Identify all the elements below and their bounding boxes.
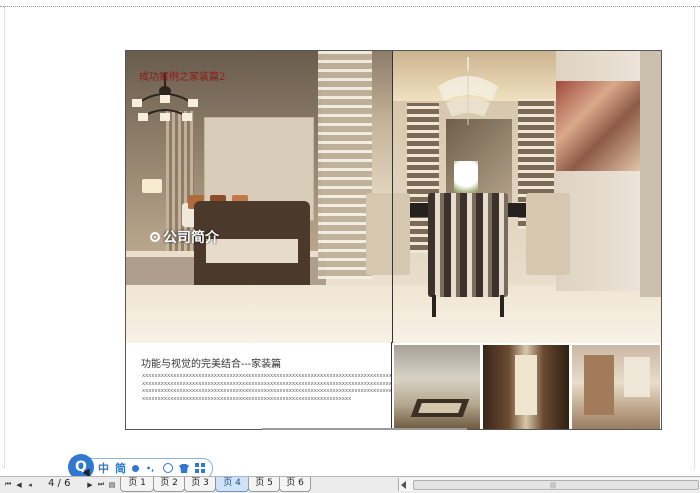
prev-page-icon[interactable]: ◀ <box>14 479 24 490</box>
shirt-icon[interactable] <box>179 464 189 473</box>
grid-icon[interactable] <box>195 463 205 473</box>
thumbnail-photo <box>572 345 660 429</box>
scrollbar-thumb[interactable]: ||| <box>413 480 699 490</box>
hero-photo: 成功案例之家装篇2 公司简介 <box>126 51 661 343</box>
ime-charset-toggle[interactable]: 简 <box>115 461 126 476</box>
crystal-chandelier-graphic <box>438 57 498 125</box>
scroll-left-icon[interactable] <box>401 481 406 489</box>
hero-subtitle-text: 公司简介 <box>163 230 219 246</box>
tab-page-3[interactable]: 页 3 <box>184 477 216 492</box>
hero-subtitle: 公司简介 <box>150 227 219 247</box>
dining-pillar <box>640 51 661 297</box>
tab-page-2[interactable]: 页 2 <box>153 477 185 492</box>
page-guide-left <box>4 6 5 468</box>
spread-spine-lower <box>391 342 392 428</box>
thumbnail-photo <box>394 345 480 429</box>
ime-punct-toggle[interactable]: •, <box>146 461 154 476</box>
striped-chair-graphic <box>428 193 508 297</box>
page-navigation-bar: ⏮ ◀ ◂ 4 / 6 ▶ ⏭ ▤ 页 1 页 2 页 3 页 4 页 5 页 … <box>0 476 700 493</box>
dining-chair-graphic <box>366 193 410 275</box>
ring-bullet-icon <box>150 232 160 242</box>
tab-page-6[interactable]: 页 6 <box>279 477 311 492</box>
document-spread[interactable]: 成功案例之家装篇2 公司简介 功能与视觉的完美结合---家装篇 xxxxxxxx… <box>125 50 662 430</box>
chair-leg-graphic <box>500 295 504 317</box>
last-page-icon[interactable]: ⏭ <box>96 479 106 490</box>
spread-spine <box>392 51 393 343</box>
carved-partition-graphic <box>318 51 372 279</box>
wall-artwork <box>556 81 640 171</box>
tab-page-4[interactable]: 页 4 <box>215 477 249 492</box>
first-page-icon[interactable]: ⏮ <box>3 479 13 490</box>
placeholder-text: xxxxxxxxxxxxxxxxxxxxxxxxxxxxxxxxxxxxxxxx… <box>142 373 392 403</box>
dining-chair-graphic <box>526 193 570 275</box>
dot-icon[interactable] <box>132 465 139 472</box>
next-page-icon[interactable]: ▶ <box>85 479 95 490</box>
step-back-icon[interactable]: ◂ <box>25 479 35 490</box>
caption-heading: 功能与视觉的完美结合---家装篇 <box>141 359 282 370</box>
page-counter: 4 / 6 <box>48 478 71 489</box>
page-guide-right <box>694 6 695 468</box>
chair-leg-graphic <box>432 295 436 317</box>
page-guide-top <box>0 6 700 7</box>
ime-mode-toggle[interactable]: 中 <box>98 461 109 476</box>
insert-page-icon[interactable]: ▤ <box>107 479 117 490</box>
thumbnail-photo <box>483 345 569 429</box>
horizontal-scrollbar[interactable]: ||| <box>398 478 700 491</box>
hero-title: 成功案例之家装篇2 <box>139 72 226 83</box>
marble-floor-graphic <box>126 285 661 343</box>
tab-page-1[interactable]: 页 1 <box>120 477 154 492</box>
table-lamp-graphic <box>142 179 162 193</box>
smile-icon[interactable] <box>163 463 173 473</box>
tab-page-5[interactable]: 页 5 <box>248 477 280 492</box>
page-shadow <box>262 428 467 430</box>
